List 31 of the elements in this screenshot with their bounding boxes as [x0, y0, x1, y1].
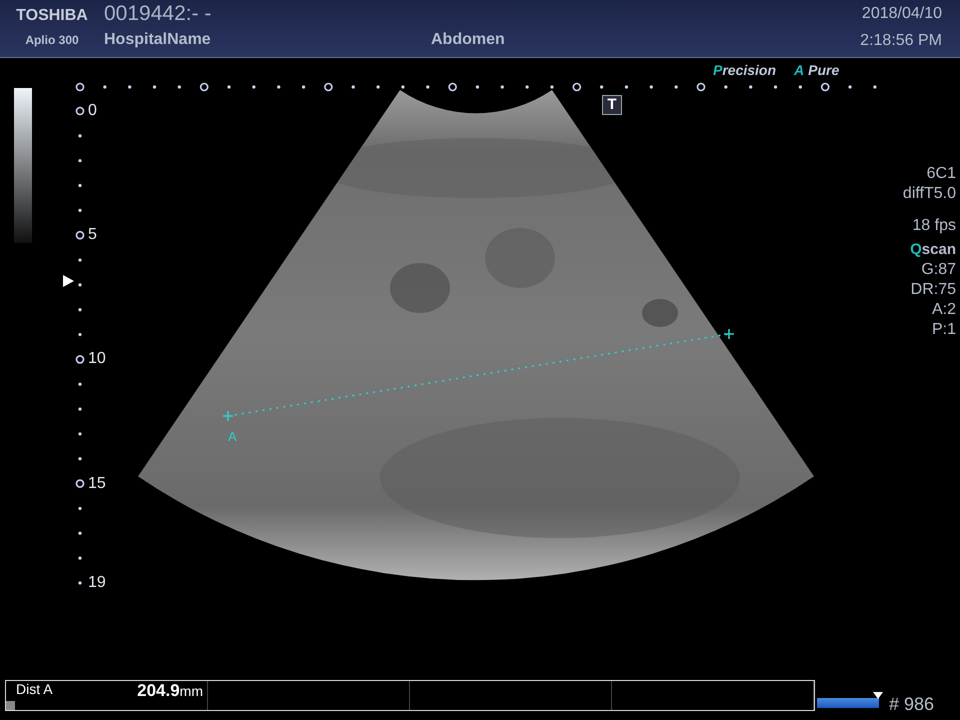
parameter-text: DR:75	[910, 280, 956, 300]
depth-label: 0	[88, 102, 97, 120]
measurement-label: A	[228, 429, 237, 444]
depth-label: 15	[88, 474, 106, 493]
panel-corner-mark	[6, 701, 15, 710]
depth-label: 10	[88, 350, 106, 368]
exam-time: 2:18:56 PM	[860, 32, 942, 50]
parameter-text: A:2	[932, 300, 956, 320]
exam-date: 2018/04/10	[862, 5, 942, 23]
cine-marker-icon	[873, 692, 883, 699]
model-name: Aplio 300	[25, 33, 79, 47]
parameter-text: 6C1	[926, 164, 956, 184]
cine-bar[interactable]	[817, 698, 879, 708]
result-name: Dist A	[16, 681, 53, 699]
exam-name: Abdomen	[431, 31, 505, 49]
scan-mode-label: Qscan	[910, 240, 956, 260]
result-value: 204.9mm	[137, 681, 203, 702]
hospital-name: HospitalName	[104, 31, 212, 49]
frame-rate: 18 fps	[912, 216, 956, 236]
transducer-icon: T	[602, 95, 622, 115]
depth-label: 19	[88, 574, 106, 592]
depth-label: 5	[88, 226, 97, 244]
brand-logo: TOSHIBA	[16, 7, 88, 25]
frame-number: # 986	[889, 694, 934, 715]
focus-marker-icon	[63, 275, 74, 287]
parameter-text: P:1	[932, 320, 956, 340]
parameter-text: G:87	[921, 260, 956, 280]
image-mode-label: A Pure	[794, 62, 840, 78]
parameter-text: diffT5.0	[902, 184, 956, 204]
image-mode-label: Precision	[713, 62, 776, 78]
patient-id: 0019442:- -	[104, 2, 212, 26]
